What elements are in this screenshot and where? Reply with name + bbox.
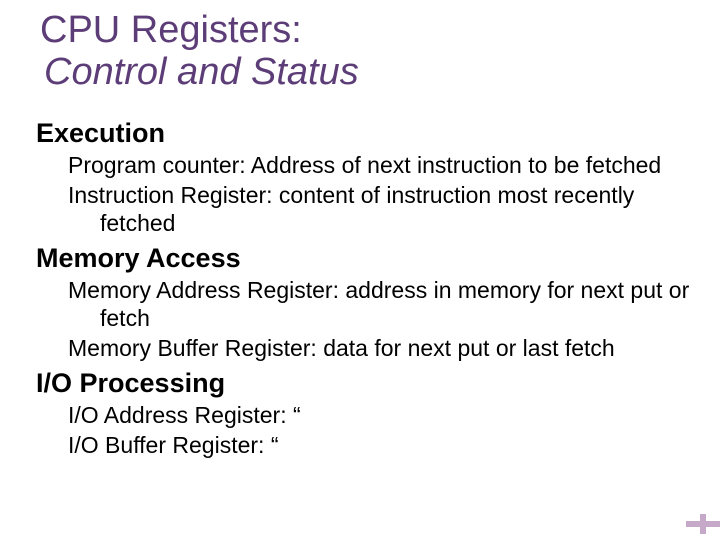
section-heading-memory-access: Memory Access — [36, 243, 690, 274]
content: Execution Program counter: Address of ne… — [0, 94, 720, 459]
section-heading-io-processing: I/O Processing — [36, 368, 690, 399]
list-item: Program counter: Address of next instruc… — [68, 151, 690, 179]
list-item: I/O Buffer Register: “ — [68, 431, 690, 459]
slide: CPU Registers: Control and Status Execut… — [0, 0, 720, 540]
list-item: Memory Buffer Register: data for next pu… — [68, 334, 690, 362]
title-sub: Control and Status — [44, 52, 720, 94]
title-main: CPU Registers: — [40, 10, 720, 52]
list-item: Instruction Register: content of instruc… — [68, 181, 690, 237]
corner-accent-icon — [686, 514, 720, 534]
section-heading-execution: Execution — [36, 118, 690, 149]
title-block: CPU Registers: Control and Status — [0, 0, 720, 94]
list-item: Memory Address Register: address in memo… — [68, 276, 690, 332]
list-item: I/O Address Register: “ — [68, 401, 690, 429]
